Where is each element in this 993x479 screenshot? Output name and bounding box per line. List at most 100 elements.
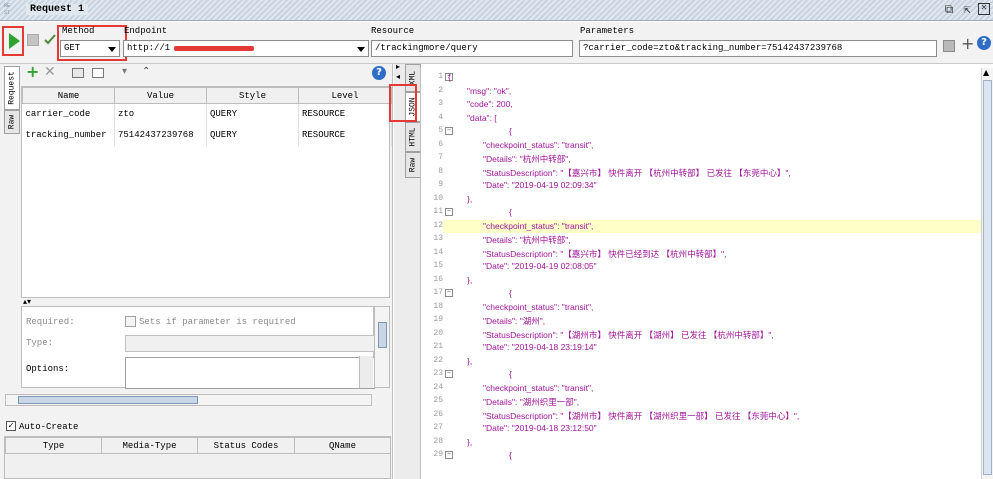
horizontal-scrollbar[interactable] <box>5 394 372 406</box>
json-line: { <box>509 450 512 460</box>
add-icon[interactable]: + <box>26 62 39 81</box>
table-row[interactable]: tracking_number 75142437239768 QUERY RES… <box>22 124 392 146</box>
check-icon[interactable] <box>44 34 56 46</box>
resource-label: Resource <box>371 26 415 36</box>
json-line: "StatusDescription": "【湖州市】 快件离开 【湖州】 已发… <box>483 329 774 340</box>
restore-icon[interactable]: ⧉ <box>942 3 956 17</box>
tab-request[interactable]: Request <box>4 66 20 110</box>
column-header-qname[interactable]: QName <box>294 437 391 454</box>
scrollbar-thumb[interactable] <box>378 322 387 348</box>
column-header-name[interactable]: Name <box>22 87 115 104</box>
param-style[interactable]: QUERY <box>206 124 299 146</box>
line-number: 4 <box>438 112 443 122</box>
line-number: 8 <box>438 166 443 176</box>
close-icon[interactable]: ✕ <box>978 3 990 15</box>
tab-raw[interactable]: Raw <box>4 110 20 134</box>
column-header-level[interactable]: Level <box>298 87 392 104</box>
param-value[interactable]: 75142437239768 <box>114 124 207 146</box>
column-header-style[interactable]: Style <box>206 87 299 104</box>
params-table: Name Value Style Level carrier_code zto … <box>22 87 392 146</box>
param-style[interactable]: QUERY <box>206 103 299 125</box>
method-select[interactable]: GET <box>60 40 120 57</box>
required-label: Required: <box>26 317 75 327</box>
line-number: 26 <box>433 409 443 419</box>
parameters-value: ?carrier_code=zto&tracking_number=751424… <box>583 43 843 53</box>
json-line: "checkpoint_status": "transit", <box>483 220 594 231</box>
parameters-label: Parameters <box>580 26 635 36</box>
scrollbar-thumb[interactable] <box>983 80 992 475</box>
help-icon[interactable]: ? <box>977 36 991 50</box>
move-up-icon[interactable]: ⌃ <box>142 66 150 77</box>
options-field[interactable] <box>125 357 375 389</box>
fold-toggle-icon[interactable]: − <box>445 289 453 297</box>
line-number: 18 <box>433 301 443 311</box>
properties-scrollbar[interactable] <box>374 306 390 388</box>
endpoint-label: Endpoint <box>124 26 168 36</box>
collapse-panel-icon[interactable]: ◂ <box>396 72 400 81</box>
column-header-media-type[interactable]: Media-Type <box>101 437 198 454</box>
auto-create-checkbox[interactable]: ✓ <box>6 421 16 431</box>
redaction-mark <box>174 46 254 51</box>
endpoint-input[interactable]: http://1 <box>123 40 369 57</box>
param-level[interactable]: RESOURCE <box>298 103 392 125</box>
json-line: "checkpoint_status": "transit", <box>483 301 594 312</box>
run-icon <box>9 33 20 49</box>
endpoint-value: http://1 <box>127 43 171 53</box>
type-label: Type: <box>26 338 54 348</box>
tab-html[interactable]: HTML <box>405 122 421 152</box>
params-editor-icon[interactable] <box>943 40 955 52</box>
param-level[interactable]: RESOURCE <box>298 124 392 146</box>
expand-panel-icon[interactable]: ▸ <box>396 62 400 71</box>
fold-toggle-icon[interactable]: − <box>445 451 453 459</box>
json-line: "Date": "2019-04-18 23:12:50" <box>483 423 597 433</box>
line-number: 14 <box>433 247 443 257</box>
options-scrollbar[interactable] <box>359 356 373 388</box>
help-icon[interactable]: ? <box>372 66 386 80</box>
json-line: "StatusDescription": "【嘉兴市】 快件离开 【杭州中转部】… <box>483 167 791 178</box>
json-line: { <box>509 207 512 217</box>
run-button[interactable] <box>2 26 24 56</box>
column-header-type[interactable]: Type <box>5 437 102 454</box>
json-line: }, <box>467 274 473 285</box>
parameters-input[interactable]: ?carrier_code=zto&tracking_number=751424… <box>579 40 937 57</box>
remove-icon[interactable]: ✕ <box>44 64 56 80</box>
line-number: 23 <box>433 369 443 378</box>
fold-toggle-icon[interactable]: − <box>445 370 453 378</box>
param-name[interactable]: tracking_number <box>22 124 115 146</box>
line-number: 17 <box>433 288 443 297</box>
params-table-container: Name Value Style Level carrier_code zto … <box>21 86 392 298</box>
json-line: { <box>509 288 512 298</box>
fold-toggle-icon[interactable]: − <box>445 208 453 216</box>
json-line: "checkpoint_status": "transit", <box>483 139 594 150</box>
column-header-value[interactable]: Value <box>114 87 207 104</box>
copy-icon[interactable] <box>72 68 84 78</box>
float-icon[interactable]: ⇱ <box>960 3 974 17</box>
stop-button[interactable] <box>27 34 39 46</box>
line-number: 10 <box>433 193 443 203</box>
resource-input[interactable]: /trackingmore/query <box>371 40 573 57</box>
move-down-icon[interactable]: ▾ <box>122 66 127 77</box>
line-number: 28 <box>433 436 443 446</box>
type-field[interactable] <box>125 335 375 352</box>
required-checkbox[interactable] <box>125 316 136 327</box>
editor-scrollbar[interactable]: ▲ <box>981 68 993 479</box>
add-icon[interactable]: + <box>961 34 974 53</box>
request-left-panel: Request Raw + ✕ ▾ ⌃ ? Name Value Style L… <box>0 62 393 479</box>
line-number: 3 <box>438 99 443 108</box>
window-title: Request 1 <box>26 4 89 15</box>
splitter-collapse-icon[interactable]: ▴▾ <box>23 297 31 306</box>
table-row[interactable]: carrier_code zto QUERY RESOURCE <box>22 103 392 125</box>
param-value[interactable]: zto <box>114 103 207 125</box>
chevron-down-icon <box>108 47 116 52</box>
json-response-editor[interactable]: 1 − {2 "msg": "ok", 3 "code": 200, 4 "data": [5… <box>420 68 993 479</box>
scroll-up-icon[interactable]: ▲ <box>983 68 989 77</box>
tab-raw-response[interactable]: Raw <box>405 152 421 178</box>
paste-icon[interactable] <box>92 68 104 78</box>
line-number: 15 <box>433 261 443 270</box>
fold-toggle-icon[interactable]: − <box>445 127 453 135</box>
line-number: 13 <box>433 234 443 243</box>
param-name[interactable]: carrier_code <box>22 103 115 125</box>
column-header-status-codes[interactable]: Status Codes <box>197 437 295 454</box>
scrollbar-thumb[interactable] <box>18 396 198 404</box>
line-number: 25 <box>433 396 443 405</box>
